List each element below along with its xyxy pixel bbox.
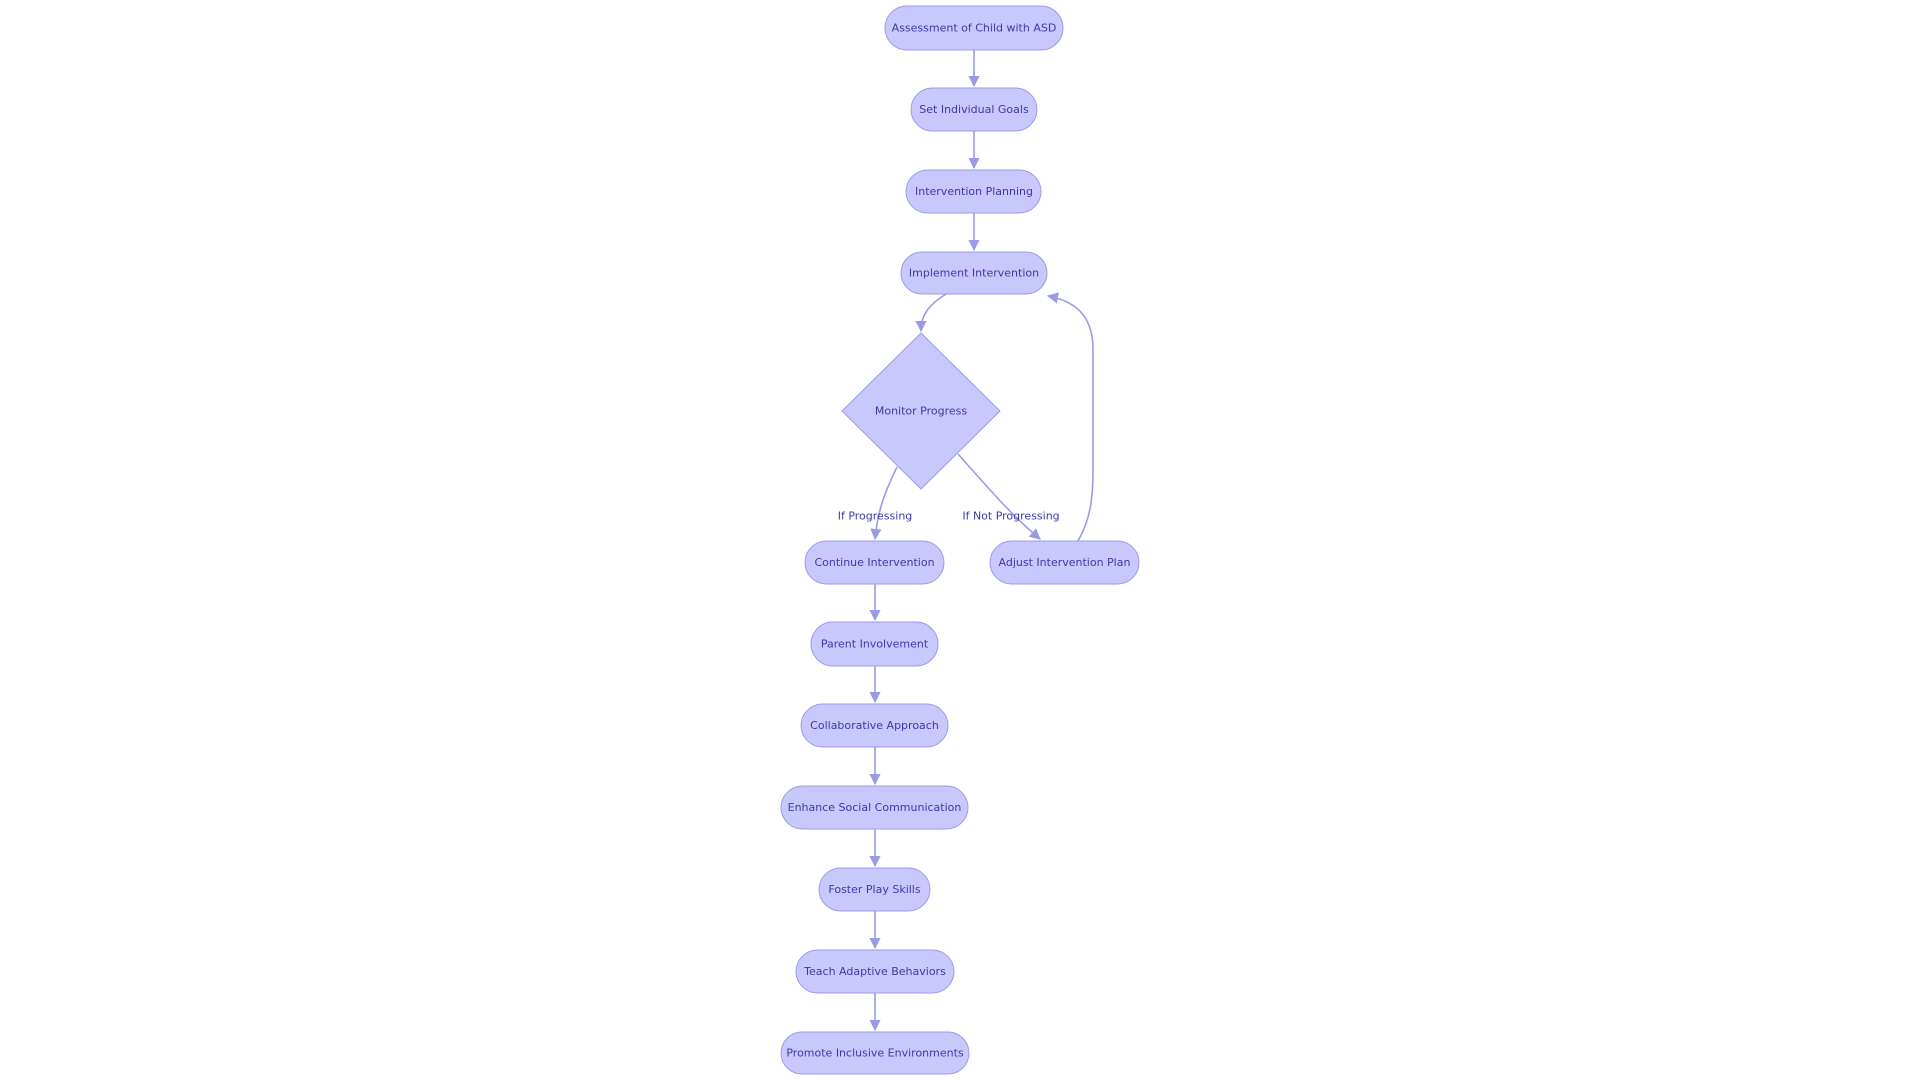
edge-monitor-continue bbox=[870, 466, 898, 541]
nodes-layer: Assessment of Child with ASD Set Individ… bbox=[780, 5, 1140, 1075]
edge-label-if-not-progressing: If Not Progressing bbox=[962, 510, 1059, 523]
node-set-goals[interactable]: Set Individual Goals bbox=[910, 87, 1038, 132]
edge-labels-layer: If Progressing If Not Progressing bbox=[838, 510, 1060, 523]
node-implement-intervention[interactable]: Implement Intervention bbox=[900, 251, 1048, 295]
node-enhance-social-communication[interactable]: Enhance Social Communication bbox=[780, 785, 969, 830]
node-adjust-intervention-plan[interactable]: Adjust Intervention Plan bbox=[989, 540, 1140, 585]
node-label: Assessment of Child with ASD bbox=[892, 22, 1057, 35]
node-collaborative-approach[interactable]: Collaborative Approach bbox=[800, 703, 949, 748]
node-label: Implement Intervention bbox=[909, 267, 1039, 280]
node-teach-adaptive-behaviors[interactable]: Teach Adaptive Behaviors bbox=[795, 949, 955, 994]
node-parent-involvement[interactable]: Parent Involvement bbox=[810, 621, 939, 667]
node-foster-play-skills[interactable]: Foster Play Skills bbox=[818, 867, 931, 912]
node-label: Set Individual Goals bbox=[919, 103, 1029, 116]
node-intervention-planning[interactable]: Intervention Planning bbox=[905, 169, 1042, 214]
edge-adjust-implement bbox=[1046, 292, 1094, 542]
node-label: Intervention Planning bbox=[915, 185, 1033, 198]
node-label: Foster Play Skills bbox=[828, 883, 920, 896]
edge-implement-monitor bbox=[915, 293, 947, 333]
node-label: Collaborative Approach bbox=[810, 719, 939, 732]
node-label: Continue Intervention bbox=[814, 556, 934, 569]
node-monitor-progress[interactable]: Monitor Progress bbox=[841, 332, 1001, 490]
node-label: Monitor Progress bbox=[875, 405, 968, 418]
node-promote-inclusive-environments[interactable]: Promote Inclusive Environments bbox=[780, 1031, 970, 1075]
node-label: Teach Adaptive Behaviors bbox=[803, 965, 946, 978]
flowchart-diagram: If Progressing If Not Progressing Assess… bbox=[780, 5, 1140, 1075]
edge-label-if-progressing: If Progressing bbox=[838, 510, 913, 523]
node-continue-intervention[interactable]: Continue Intervention bbox=[804, 540, 945, 585]
node-label: Promote Inclusive Environments bbox=[786, 1047, 964, 1060]
edge-monitor-adjust bbox=[957, 453, 1041, 540]
node-label: Parent Involvement bbox=[821, 638, 929, 651]
node-assessment[interactable]: Assessment of Child with ASD bbox=[884, 5, 1064, 51]
node-label: Enhance Social Communication bbox=[788, 801, 962, 814]
node-label: Adjust Intervention Plan bbox=[999, 556, 1131, 569]
